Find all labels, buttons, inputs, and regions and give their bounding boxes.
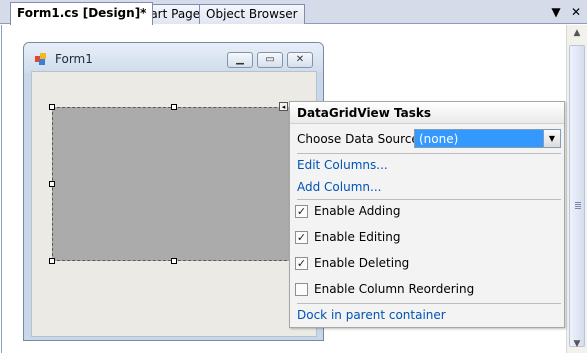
maximize-button[interactable]: ▭ — [257, 52, 283, 68]
resize-handle-left[interactable] — [49, 181, 55, 187]
tab-list-dropdown-icon[interactable]: ▼ — [549, 5, 563, 19]
add-column-link[interactable]: Add Column... — [297, 180, 381, 194]
separator — [297, 303, 561, 304]
close-icon: ✕ — [295, 54, 305, 65]
document-tab-strip: Form1.cs [Design]* Start Page Object Bro… — [0, 0, 587, 25]
scroll-down-icon[interactable]: ▼ — [567, 336, 587, 353]
resize-handle-bottom-left[interactable] — [49, 258, 55, 264]
resize-handle-bottom[interactable] — [171, 258, 177, 264]
data-source-label: Choose Data Source — [297, 132, 419, 146]
resize-handle-top-left[interactable] — [49, 104, 55, 110]
minimize-icon: ▁ — [236, 54, 244, 65]
maximize-icon: ▭ — [265, 54, 275, 65]
enable-column-reordering-checkbox[interactable] — [295, 283, 308, 296]
enable-deleting-label: Enable Deleting — [314, 256, 410, 270]
data-source-dropdown[interactable]: (none) ▼ — [414, 129, 561, 148]
tasks-panel-title: DataGridView Tasks — [290, 102, 564, 124]
close-tab-icon[interactable]: ✕ — [569, 5, 583, 19]
tab-label: Object Browser — [206, 7, 298, 21]
dock-in-parent-link[interactable]: Dock in parent container — [297, 308, 446, 322]
form-title-bar[interactable]: Form1 ▁ ▭ ✕ — [24, 43, 323, 73]
resize-handle-top[interactable] — [171, 104, 177, 110]
scroll-up-icon[interactable]: ▲ — [567, 25, 587, 42]
vertical-scrollbar[interactable]: ▲ ▼ — [566, 25, 587, 353]
smart-tag-glyph-icon[interactable]: ◂ — [279, 102, 288, 111]
close-button[interactable]: ✕ — [287, 52, 313, 68]
enable-adding-checkbox[interactable]: ✓ — [295, 205, 308, 218]
separator — [297, 153, 561, 154]
edit-columns-link[interactable]: Edit Columns... — [297, 158, 388, 172]
data-source-value: (none) — [419, 132, 459, 146]
scrollbar-thumb[interactable] — [569, 45, 585, 347]
scrollbar-grip-icon — [575, 202, 581, 203]
minimize-button[interactable]: ▁ — [227, 52, 253, 68]
separator — [297, 199, 561, 200]
dropdown-arrow-icon[interactable]: ▼ — [543, 130, 560, 147]
datagridview-control[interactable] — [52, 107, 297, 261]
datagridview-tasks-panel: DataGridView Tasks Choose Data Source (n… — [289, 101, 565, 328]
enable-editing-checkbox[interactable]: ✓ — [295, 231, 308, 244]
tab-form1-design[interactable]: Form1.cs [Design]* — [10, 2, 154, 25]
enable-editing-label: Enable Editing — [314, 230, 401, 244]
form-title: Form1 — [55, 52, 93, 66]
form-app-icon — [35, 53, 46, 65]
tab-object-browser[interactable]: Object Browser — [199, 4, 305, 24]
enable-column-reordering-label: Enable Column Reordering — [314, 282, 475, 296]
tab-label: Form1.cs [Design]* — [17, 6, 147, 20]
enable-deleting-checkbox[interactable]: ✓ — [295, 257, 308, 270]
enable-adding-label: Enable Adding — [314, 204, 401, 218]
